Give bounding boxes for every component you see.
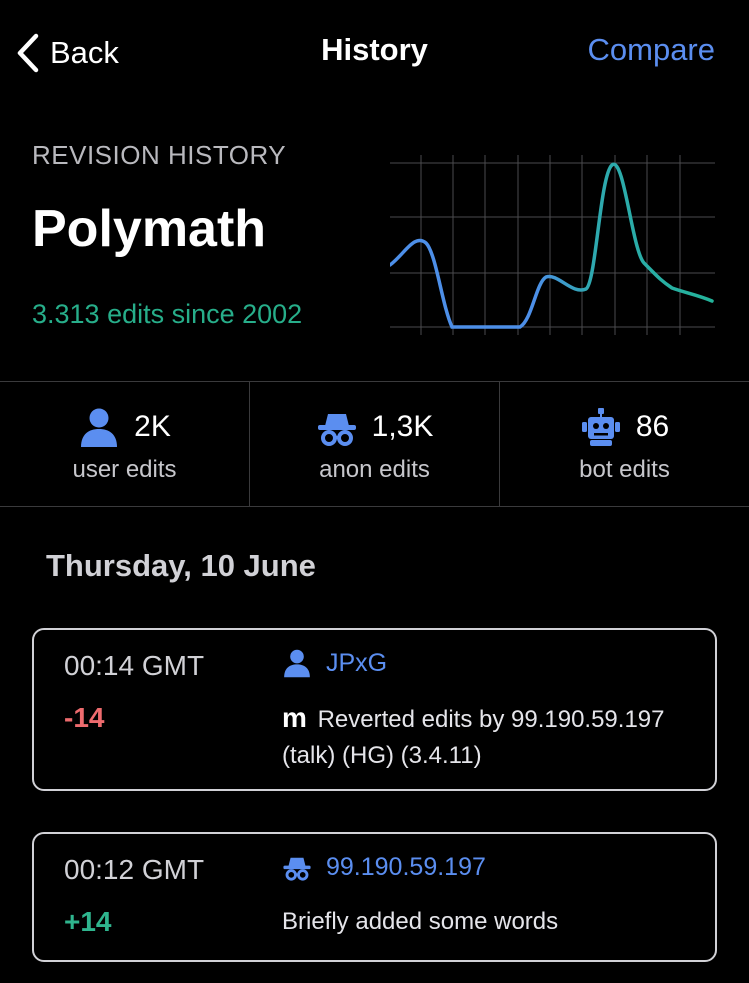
date-section-heading: Thursday, 10 June — [46, 548, 316, 583]
revision-author[interactable]: JPxG — [282, 648, 387, 678]
chevron-left-icon — [17, 33, 39, 73]
user-icon — [284, 649, 310, 678]
stat-bot-edits[interactable]: 86 bot edits — [500, 382, 749, 506]
user-icon — [81, 408, 118, 447]
anon-icon — [283, 857, 311, 881]
revision-summary: m Reverted edits by 99.190.59.197 (talk)… — [282, 700, 702, 774]
stat-label: user edits — [72, 456, 177, 483]
compare-button[interactable]: Compare — [588, 32, 716, 68]
back-button[interactable]: Back — [14, 30, 119, 76]
revision-size-delta: +14 — [64, 906, 112, 937]
revision-time: 00:12 GMT — [64, 854, 205, 885]
section-eyebrow: REVISION HISTORY — [32, 140, 287, 170]
stat-label: anon edits — [319, 456, 430, 483]
sparkline-series — [390, 162, 714, 329]
sparkline-grid — [390, 155, 715, 335]
stat-count: 1,3K — [371, 410, 434, 443]
edit-activity-sparkline — [390, 155, 715, 335]
article-header: REVISION HISTORY Polymath 3.313 edits si… — [32, 140, 382, 330]
article-title: Polymath — [32, 200, 267, 258]
revision-card[interactable]: 00:12 GMT +14 99.190.59.197 Briefly adde… — [32, 832, 717, 962]
revision-card[interactable]: 00:14 GMT -14 JPxG m Reverted edits by 9… — [32, 628, 717, 791]
revision-summary-text: Briefly added some words — [282, 908, 559, 935]
back-label: Back — [50, 35, 119, 70]
revision-summary: Briefly added some words — [282, 904, 702, 940]
anon-icon — [317, 414, 356, 446]
bot-icon — [581, 408, 620, 446]
revision-author[interactable]: 99.190.59.197 — [282, 852, 486, 882]
revision-time: 00:14 GMT — [64, 650, 205, 681]
edits-summary: 3.313 edits since 2002 — [32, 299, 303, 329]
minor-edit-badge: m — [282, 702, 307, 733]
revision-size-delta: -14 — [64, 702, 105, 733]
author-name: 99.190.59.197 — [326, 852, 486, 881]
author-name: JPxG — [326, 648, 388, 677]
stat-count: 2K — [134, 410, 171, 443]
stat-count: 86 — [635, 410, 670, 443]
stat-anon-edits[interactable]: 1,3K anon edits — [250, 382, 500, 506]
stat-user-edits[interactable]: 2K user edits — [0, 382, 250, 506]
stat-label: bot edits — [579, 456, 670, 483]
edit-stats-row: 2K user edits 1,3K anon edits 86 bot edi… — [0, 381, 749, 507]
revision-summary-text: Reverted edits by 99.190.59.197 (talk) (… — [282, 706, 665, 769]
navigation-bar: Back History Compare — [0, 0, 749, 104]
